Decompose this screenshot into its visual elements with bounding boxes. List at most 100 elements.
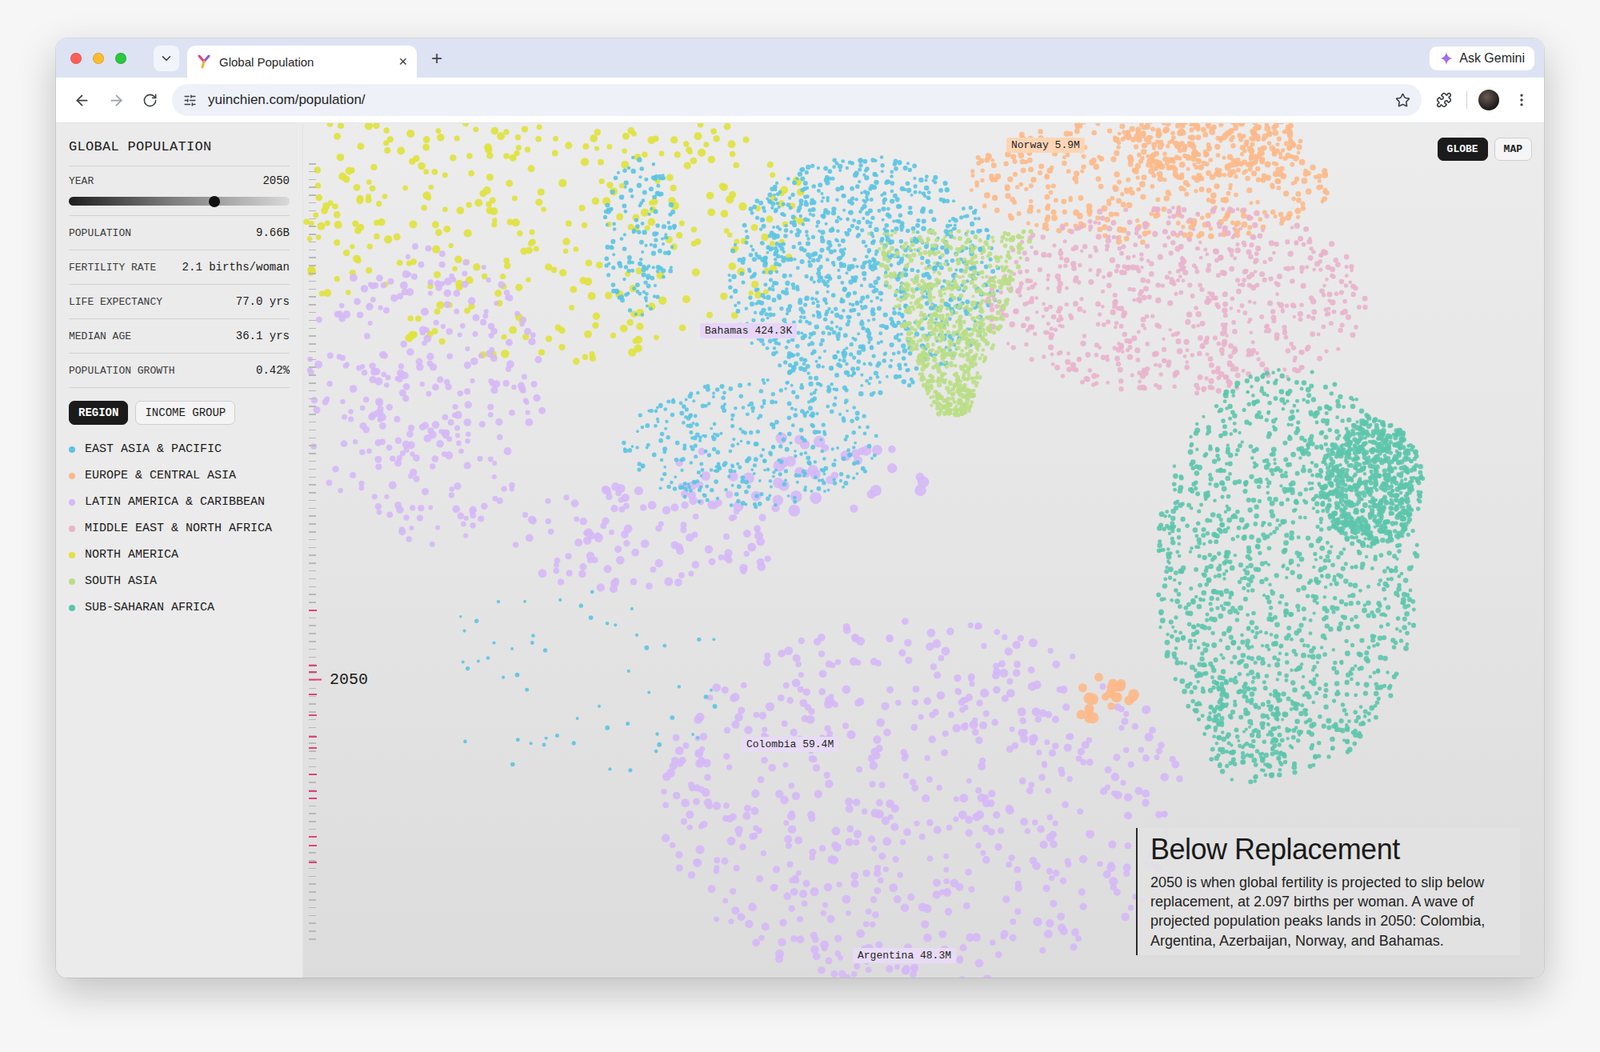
population-dot	[379, 422, 387, 430]
population-dot	[790, 192, 795, 197]
grouping-button[interactable]: REGION	[68, 400, 128, 425]
population-dot	[582, 143, 589, 150]
population-dot	[503, 380, 510, 387]
population-dot	[448, 123, 455, 124]
population-dot	[375, 464, 382, 471]
population-dot	[1048, 875, 1055, 881]
reload-button[interactable]	[139, 89, 161, 112]
bookmark-star-icon[interactable]	[1395, 92, 1411, 108]
population-dot	[697, 123, 704, 128]
population-dot	[761, 922, 770, 931]
population-dot	[448, 243, 454, 248]
population-dot	[628, 308, 632, 312]
population-dot	[441, 451, 448, 457]
profile-avatar[interactable]	[1478, 89, 1500, 111]
population-dot	[811, 235, 816, 240]
back-button[interactable]	[70, 88, 94, 112]
population-dot	[875, 296, 880, 300]
population-dot	[356, 224, 364, 232]
population-dot	[870, 484, 882, 496]
ask-gemini-button[interactable]: Ask Gemini	[1429, 46, 1535, 71]
population-dot	[997, 827, 1004, 834]
population-dot	[425, 391, 432, 397]
population-dot	[592, 322, 599, 329]
population-dot	[680, 798, 690, 808]
browser-tab[interactable]: Global Population×	[187, 45, 417, 78]
site-settings-icon[interactable]	[183, 93, 197, 108]
legend-item[interactable]: SUB-SAHARAN AFRICA	[68, 594, 290, 621]
population-dot	[723, 553, 732, 563]
population-dot	[700, 820, 708, 828]
population-dot	[1123, 711, 1129, 717]
legend-item[interactable]: SOUTH ASIA	[68, 568, 290, 595]
population-dot	[788, 905, 796, 912]
population-dot	[641, 229, 647, 235]
minimize-window-button[interactable]	[92, 52, 104, 64]
population-dot	[932, 879, 941, 888]
population-dot	[464, 388, 471, 395]
population-dot	[1124, 842, 1132, 849]
legend-item[interactable]: NORTH AMERICA	[68, 541, 290, 568]
year-slider-thumb[interactable]	[208, 196, 220, 208]
population-dot	[365, 303, 374, 312]
population-dot	[919, 833, 926, 840]
extensions-button[interactable]	[1432, 88, 1456, 112]
population-dot	[721, 686, 729, 694]
population-dot	[871, 845, 877, 852]
stat-value: 0.42%	[256, 364, 290, 377]
population-dot	[506, 294, 513, 301]
population-dot	[975, 810, 984, 820]
globe-canvas[interactable]: 2050Norway 5.9MBahamas 424.3KColombia 59…	[303, 123, 1544, 978]
legend-item[interactable]: EAST ASIA & PACIFIC	[68, 436, 290, 463]
population-dot	[943, 878, 950, 885]
population-dot	[1104, 766, 1112, 774]
tab-close-button[interactable]: ×	[398, 54, 408, 69]
population-dot	[449, 486, 455, 492]
close-window-button[interactable]	[70, 52, 82, 64]
population-dot	[824, 779, 834, 788]
tab-search-button[interactable]	[153, 45, 180, 72]
population-dot	[726, 815, 735, 824]
legend-item[interactable]: MIDDLE EAST & NORTH AFRICA	[68, 515, 290, 542]
population-dot	[648, 306, 653, 311]
population-dot	[1013, 660, 1021, 668]
population-dot	[776, 205, 780, 209]
grouping-button[interactable]: INCOME GROUP	[135, 400, 236, 425]
population-dot	[688, 781, 695, 788]
population-dot	[452, 289, 460, 297]
population-dot	[660, 268, 666, 273]
new-tab-button[interactable]: +	[424, 48, 449, 68]
population-dot	[388, 481, 397, 490]
address-bar[interactable]: yuinchien.com/population/	[172, 84, 1422, 116]
legend-item[interactable]: LATIN AMERICA & CARIBBEAN	[68, 488, 290, 516]
stat-row: POPULATION GROWTH0.42%	[68, 353, 290, 388]
forward-button[interactable]	[104, 88, 128, 112]
population-dot	[492, 380, 500, 388]
population-dot	[959, 793, 968, 803]
population-dot	[363, 396, 369, 403]
population-dot	[481, 273, 488, 280]
zoom-window-button[interactable]	[115, 52, 127, 64]
legend-item[interactable]: EUROPE & CENTRAL ASIA	[68, 462, 290, 489]
population-dot	[811, 300, 816, 305]
population-dot	[569, 285, 577, 293]
population-dot	[1124, 812, 1132, 820]
population-dot	[688, 570, 694, 576]
population-dot	[472, 263, 480, 271]
population-dot	[1071, 928, 1080, 936]
population-dot	[1044, 788, 1052, 795]
year-slider[interactable]	[68, 196, 290, 206]
population-dot	[798, 672, 804, 678]
population-dot	[926, 819, 934, 827]
population-dot	[469, 506, 477, 514]
population-dot	[425, 195, 432, 201]
stat-label: FERTILITY RATE	[68, 261, 156, 274]
menu-button[interactable]	[1510, 88, 1533, 112]
population-dot	[558, 327, 566, 335]
population-dot	[372, 368, 380, 376]
population-dot	[666, 173, 674, 181]
population-dot	[524, 418, 533, 427]
population-dot	[983, 710, 990, 717]
population-dot	[878, 852, 886, 860]
population-dot	[898, 648, 906, 656]
